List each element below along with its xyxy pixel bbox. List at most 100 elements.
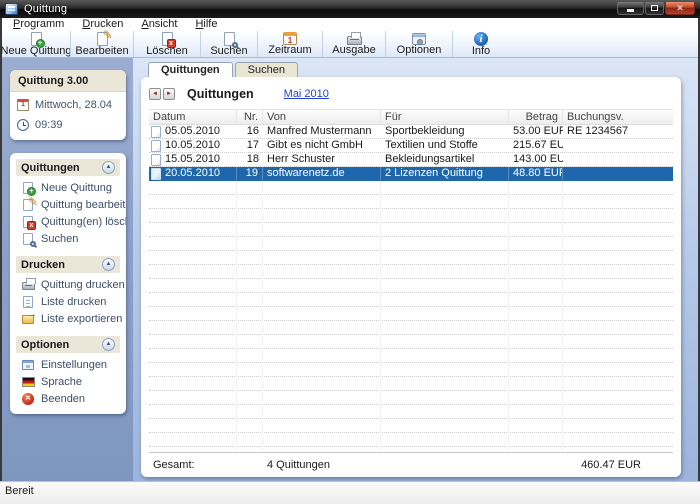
menu-ansicht[interactable]: Ansicht: [132, 18, 186, 31]
app-window: Quittung ✕ Programm Drucken Ansicht Hilf…: [0, 0, 700, 504]
new-receipt-icon: +: [31, 32, 42, 46]
summary-row: Gesamt: 4 Quittungen 460.47 EUR: [149, 452, 673, 477]
table-row[interactable]: 10.05.2010 17 Gibt es nicht GmbH Textili…: [149, 139, 673, 153]
summary-count: 4 Quittungen: [263, 459, 381, 472]
doc-delete-icon: x: [21, 215, 35, 228]
options-icon: [412, 32, 426, 45]
table-row[interactable]: 05.05.2010 16 Manfred Mustermann Sportbe…: [149, 125, 673, 139]
tab-bar: Quittungen Suchen: [148, 62, 681, 77]
collapse-icon[interactable]: ▲: [102, 338, 115, 351]
sidebar-item-beenden[interactable]: Beenden: [10, 390, 126, 407]
table-empty-row: [149, 335, 673, 349]
column-header-von[interactable]: Von: [263, 110, 381, 124]
toolbar-edit-button[interactable]: ✎ Bearbeiten: [71, 31, 133, 57]
main-area: Quittungen Suchen ◄ ► Quittungen Mai 201…: [133, 58, 698, 481]
toolbar-search-button[interactable]: Suchen: [201, 31, 257, 57]
table-empty-row: [149, 363, 673, 377]
nav-row: ◄ ► Quittungen Mai 2010: [141, 77, 681, 106]
receipt-icon: [151, 168, 161, 180]
settings-icon: [21, 358, 35, 371]
maximize-icon: [651, 5, 658, 11]
window-title: Quittung: [24, 3, 67, 15]
sidebar-item-quittung-drucken[interactable]: Quittung drucken: [10, 276, 126, 293]
close-icon: ✕: [676, 3, 684, 14]
toolbar-delete-button[interactable]: x Löschen: [134, 31, 200, 57]
table-row-selected[interactable]: 20.05.2010 19 softwarenetz.de 2 Lizenzen…: [149, 167, 673, 181]
menu-hilfe[interactable]: Hilfe: [186, 18, 226, 31]
section-header-optionen[interactable]: Optionen ▲: [16, 336, 120, 353]
clock-icon: [17, 118, 29, 132]
sidebar-item-quittung-bearbeiten[interactable]: ✎ Quittung bearbeiten: [10, 196, 126, 213]
table-empty-row: [149, 433, 673, 447]
table-empty-row: [149, 279, 673, 293]
app-icon: [5, 3, 18, 15]
content-area: Quittung 3.00 Mittwoch, 28.04 09:39: [2, 58, 698, 481]
info-icon: i: [474, 32, 488, 46]
doc-search-icon: [21, 232, 35, 245]
window-controls: ✕: [617, 0, 695, 15]
collapse-icon[interactable]: ▲: [102, 258, 115, 271]
printer-icon: [21, 278, 35, 291]
export-icon: [21, 312, 35, 325]
tab-quittungen[interactable]: Quittungen: [148, 62, 233, 77]
section-header-drucken[interactable]: Drucken ▲: [16, 256, 120, 273]
german-flag-icon: [21, 375, 35, 388]
summary-total: 460.47 EUR: [381, 459, 673, 472]
menu-programm[interactable]: Programm: [4, 18, 73, 31]
toolbar: + Neue Quittung ✎ Bearbeiten x Löschen S…: [2, 31, 698, 58]
table-row[interactable]: 15.05.2010 18 Herr Schuster Bekleidungsa…: [149, 153, 673, 167]
table-empty-rows: [149, 181, 673, 452]
column-header-nr[interactable]: Nr.: [237, 110, 263, 124]
tab-suchen[interactable]: Suchen: [235, 62, 298, 77]
statusbar: Bereit: [0, 481, 700, 504]
minimize-button[interactable]: [617, 2, 644, 15]
search-icon: [224, 32, 235, 46]
frame-body: Programm Drucken Ansicht Hilfe + Neue Qu…: [0, 18, 700, 481]
table-empty-row: [149, 251, 673, 265]
section-header-quittungen[interactable]: Quittungen ▲: [16, 159, 120, 176]
column-header-buchungsv[interactable]: Buchungsv.: [563, 110, 673, 124]
quit-icon: [21, 392, 35, 405]
toolbar-options-button[interactable]: Optionen: [386, 31, 452, 57]
edit-icon: ✎: [21, 198, 35, 211]
list-doc-icon: [21, 295, 35, 308]
prev-month-button[interactable]: ◄: [149, 88, 161, 100]
period-link[interactable]: Mai 2010: [284, 88, 329, 100]
calendar-icon: [17, 98, 29, 112]
printer-icon: [347, 32, 362, 45]
sidebar-item-neue-quittung[interactable]: + Neue Quittung: [10, 179, 126, 196]
delete-icon: x: [162, 32, 173, 46]
table-empty-row: [149, 181, 673, 195]
column-header-betrag[interactable]: Betrag: [509, 110, 563, 124]
sidebar-item-liste-exportieren[interactable]: Liste exportieren: [10, 310, 126, 327]
time-text: 09:39: [35, 119, 63, 131]
table-empty-row: [149, 307, 673, 321]
doc-plus-icon: +: [21, 181, 35, 194]
next-month-button[interactable]: ►: [163, 88, 175, 100]
table-empty-row: [149, 405, 673, 419]
toolbar-output-button[interactable]: Ausgabe: [323, 31, 385, 57]
sidebar-item-quittungen-loeschen[interactable]: x Quittung(en) löschen: [10, 213, 126, 230]
sidebar-item-liste-drucken[interactable]: Liste drucken: [10, 293, 126, 310]
toolbar-info-button[interactable]: i Info: [453, 31, 509, 57]
table-empty-row: [149, 195, 673, 209]
table-empty-row: [149, 293, 673, 307]
column-header-datum[interactable]: Datum: [149, 110, 237, 124]
calendar-icon: [283, 32, 297, 45]
main-panel: ◄ ► Quittungen Mai 2010 Datum Nr. Von Fü…: [141, 77, 681, 477]
toolbar-new-receipt-button[interactable]: + Neue Quittung: [2, 31, 70, 57]
collapse-icon[interactable]: ▲: [102, 161, 115, 174]
sidebar-item-einstellungen[interactable]: Einstellungen: [10, 356, 126, 373]
column-header-fuer[interactable]: Für: [381, 110, 509, 124]
view-title: Quittungen: [187, 87, 254, 101]
date-display: Mittwoch, 28.04: [10, 95, 126, 115]
maximize-button[interactable]: [645, 2, 664, 15]
close-button[interactable]: ✕: [665, 2, 695, 15]
sidebar-item-suchen[interactable]: Suchen: [10, 230, 126, 247]
table-empty-row: [149, 265, 673, 279]
sidebar: Quittung 3.00 Mittwoch, 28.04 09:39: [2, 58, 133, 481]
sidebar-item-sprache[interactable]: Sprache: [10, 373, 126, 390]
receipt-icon: [151, 140, 161, 152]
toolbar-period-button[interactable]: Zeitraum: [258, 31, 322, 57]
table-empty-row: [149, 391, 673, 405]
